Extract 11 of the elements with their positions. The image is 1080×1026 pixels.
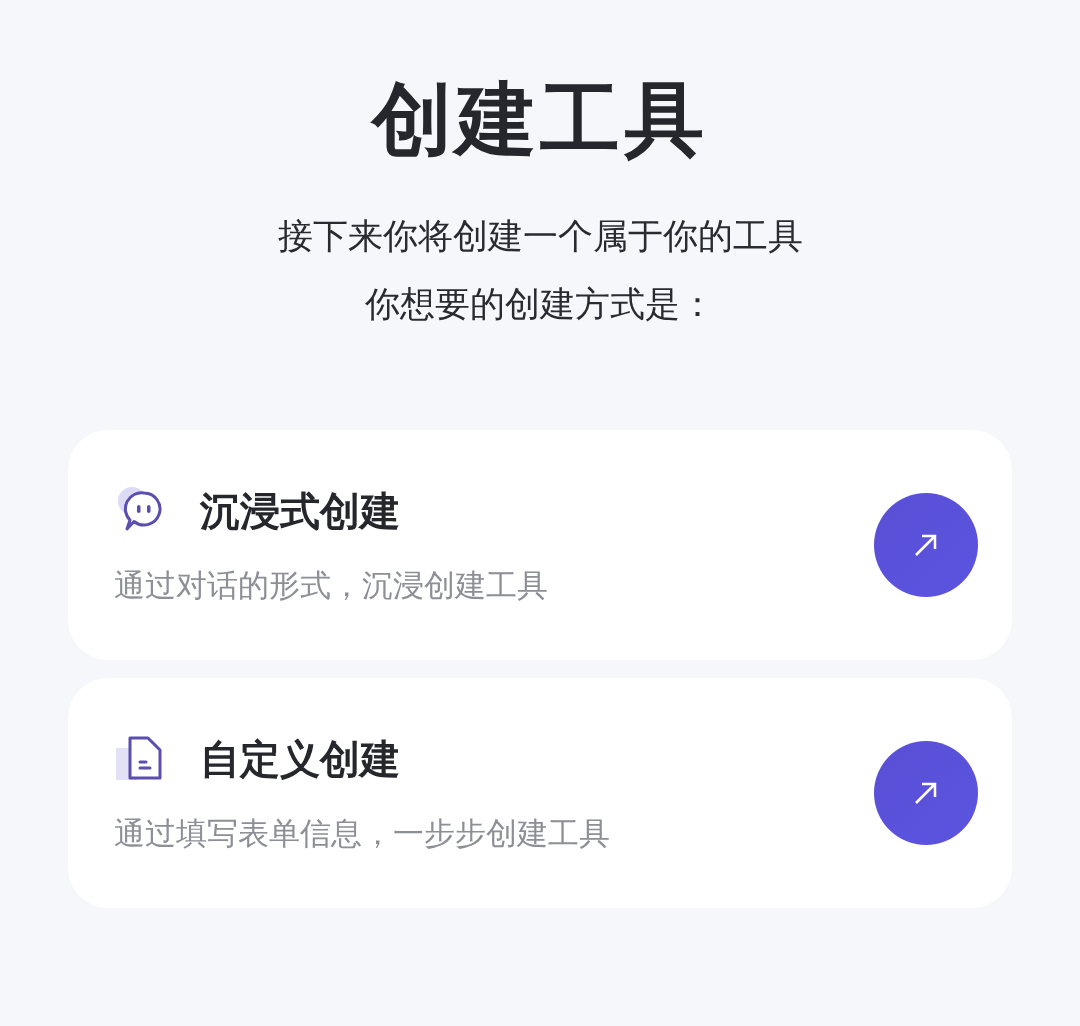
- intro-text: 接下来你将创建一个属于你的工具: [277, 215, 803, 258]
- page-title: 创建工具: [372, 72, 708, 168]
- option-title: 自定义创建: [200, 734, 400, 784]
- option-card[interactable]: 沉浸式创建 通过对话的形式，沉浸创建工具: [68, 430, 1012, 660]
- option-card[interactable]: 自定义创建 通过填写表单信息，一步步创建工具: [68, 678, 1012, 908]
- intro-text: 你想要的创建方式是：: [365, 283, 715, 326]
- option-description: 通过对话的形式，沉浸创建工具: [114, 566, 548, 605]
- arrow-icon: [913, 780, 939, 806]
- option-description: 通过填写表单信息，一步步创建工具: [114, 814, 610, 853]
- arrow-icon: [913, 532, 939, 558]
- option-title: 沉浸式创建: [200, 486, 400, 536]
